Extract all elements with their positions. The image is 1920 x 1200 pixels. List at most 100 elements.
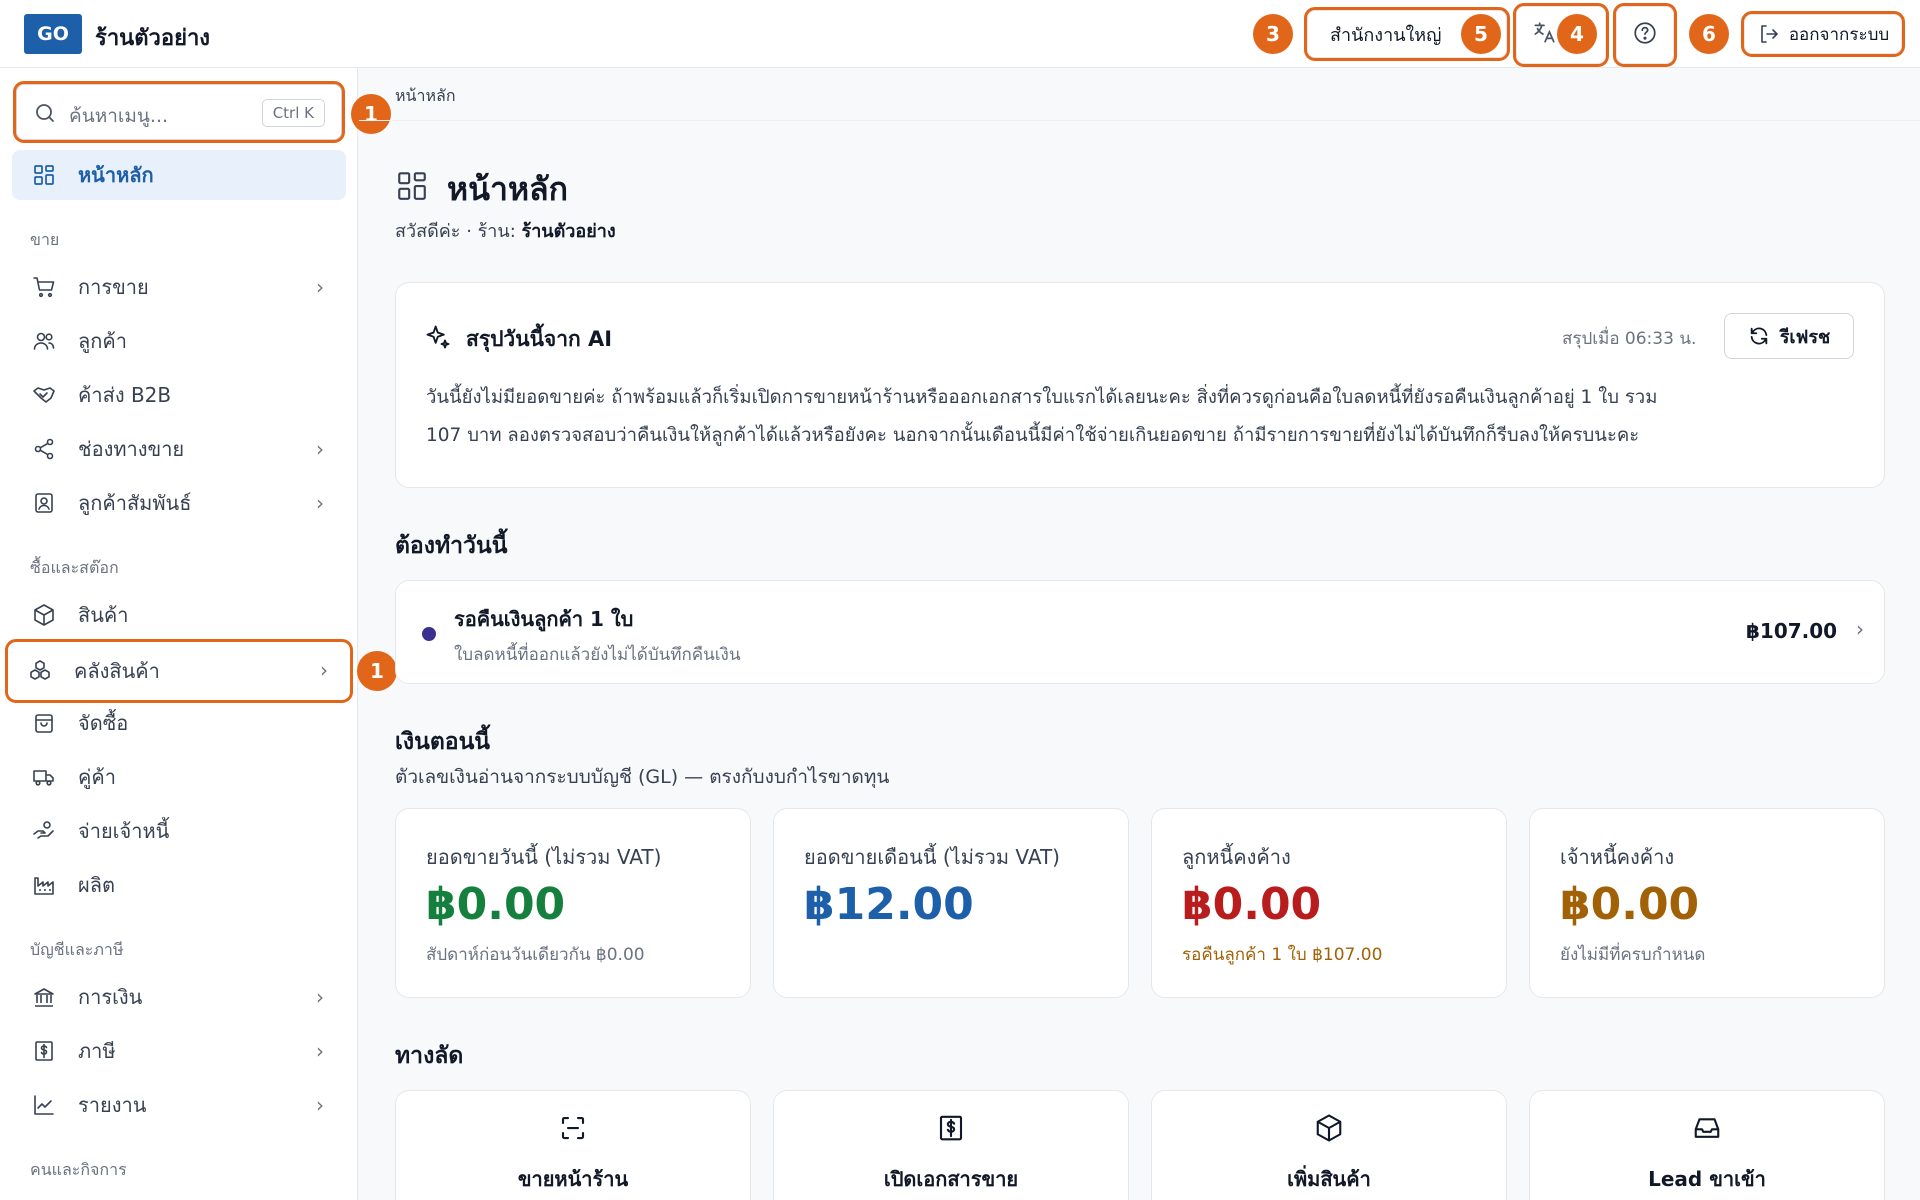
- bank-icon: [30, 983, 58, 1011]
- sidebar-item-warehouse[interactable]: คลังสินค้า ›: [5, 639, 353, 703]
- kpi-card-sales-today[interactable]: ยอดขายวันนี้ (ไม่รวม VAT) ฿0.00 สัปดาห์ก…: [395, 808, 751, 998]
- kpi-card-receivables[interactable]: ลูกหนี้คงค้าง ฿0.00 รอคืนลูกค้า 1 ใบ ฿10…: [1151, 808, 1507, 998]
- sidebar-item-label: ลูกค้าสัมพันธ์: [78, 491, 192, 515]
- sidebar-item-label: ผลิต: [78, 873, 115, 897]
- sidebar-item-products[interactable]: สินค้า: [12, 590, 346, 640]
- sidebar-item-label: คู่ค้า: [78, 765, 116, 789]
- main-content: หน้าหลัก หน้าหลัก สวัสดีค่ะ · ร้าน: ร้าน…: [359, 68, 1920, 1200]
- sidebar-item-finance[interactable]: การเงิน ›: [12, 972, 346, 1022]
- dashboard-icon: [395, 169, 429, 211]
- kpi-value: ฿12.00: [804, 879, 974, 930]
- sidebar-item-sales[interactable]: การขาย ›: [12, 262, 346, 312]
- chevron-right-icon: ›: [316, 491, 324, 515]
- kpi-label: ยอดขายเดือนนี้ (ไม่รวม VAT): [804, 845, 1060, 869]
- shortcut-label: เพิ่มสินค้า: [1287, 1167, 1371, 1191]
- todo-item[interactable]: รอคืนเงินลูกค้า 1 ใบ ใบลดหนี้ที่ออกแล้วย…: [395, 580, 1885, 684]
- help-icon: [1632, 20, 1658, 51]
- sidebar-item-b2b[interactable]: ค้าส่ง B2B: [12, 370, 346, 420]
- shortcut-label: ขายหน้าร้าน: [517, 1167, 629, 1191]
- chevron-right-icon: ›: [320, 658, 328, 682]
- logout-button[interactable]: ออกจากระบบ: [1741, 11, 1905, 57]
- refresh-button[interactable]: รีเฟรช: [1724, 313, 1854, 359]
- factory-icon: [30, 871, 58, 899]
- sidebar-item-tax[interactable]: ภาษี ›: [12, 1026, 346, 1076]
- breadcrumb[interactable]: หน้าหลัก: [395, 84, 456, 109]
- greeting: สวัสดีค่ะ · ร้าน: ร้านตัวอย่าง: [395, 216, 616, 245]
- help-button[interactable]: [1613, 3, 1677, 67]
- sidebar-item-partners[interactable]: คู่ค้า: [12, 752, 346, 802]
- shopping-bag-icon: [30, 709, 58, 737]
- users-icon: [30, 327, 58, 355]
- chevron-right-icon: ›: [316, 437, 324, 461]
- handshake-icon: [30, 381, 58, 409]
- sidebar-item-reports[interactable]: รายงาน ›: [12, 1080, 346, 1130]
- sidebar-item-production[interactable]: ผลิต: [12, 860, 346, 910]
- sidebar-item-customers[interactable]: ลูกค้า: [12, 316, 346, 366]
- sidebar-item-procurement[interactable]: จัดซื้อ: [12, 698, 346, 748]
- dashboard-icon: [30, 161, 58, 189]
- app-logo[interactable]: GO: [24, 14, 82, 54]
- ai-summary-line-1: วันนี้ยังไม่มียอดขายค่ะ ถ้าพร้อมแล้วก็เร…: [426, 387, 1658, 408]
- shortcut-inbound-lead[interactable]: Lead ขาเข้า: [1529, 1090, 1885, 1200]
- search-shortcut: Ctrl K: [261, 99, 325, 127]
- kpi-label: ยอดขายวันนี้ (ไม่รวม VAT): [426, 845, 662, 869]
- inbox-icon: [1530, 1113, 1884, 1143]
- scan-icon: [396, 1113, 750, 1143]
- sidebar-item-home[interactable]: หน้าหลัก: [12, 150, 346, 200]
- chevron-right-icon: ›: [316, 1093, 324, 1117]
- sidebar-item-label: สินค้า: [78, 603, 129, 627]
- status-dot: [422, 627, 436, 641]
- section-sales: ขาย: [30, 230, 60, 249]
- contact-card-icon: [30, 489, 58, 517]
- sidebar-item-crm[interactable]: ลูกค้าสัมพันธ์ ›: [12, 478, 346, 528]
- kpi-label: ลูกหนี้คงค้าง: [1182, 845, 1291, 869]
- kpi-value: ฿0.00: [426, 879, 566, 930]
- search-icon: [33, 101, 57, 129]
- shortcut-add-product[interactable]: เพิ่มสินค้า: [1151, 1090, 1507, 1200]
- hand-coins-icon: [30, 817, 58, 845]
- kpi-note: รอคืนลูกค้า 1 ใบ ฿107.00: [1182, 945, 1383, 965]
- chevron-right-icon: ›: [316, 985, 324, 1009]
- chevron-right-icon: ›: [316, 275, 324, 299]
- shortcuts-heading: ทางลัด: [395, 1043, 464, 1069]
- box-icon: [30, 601, 58, 629]
- sidebar-item-label: ค้าส่ง B2B: [78, 383, 172, 407]
- sidebar-item-label: จ่ายเจ้าหนี้: [78, 819, 170, 843]
- sidebar-item-label: หน้าหลัก: [78, 163, 154, 187]
- refresh-icon: [1748, 325, 1770, 347]
- receipt-dollar-icon: [30, 1037, 58, 1065]
- sidebar-item-label: ภาษี: [78, 1039, 116, 1063]
- money-heading: เงินตอนนี้: [395, 729, 491, 755]
- box-icon: [1152, 1113, 1506, 1143]
- line-chart-icon: [30, 1091, 58, 1119]
- truck-icon: [30, 763, 58, 791]
- shortcut-pos[interactable]: ขายหน้าร้าน: [395, 1090, 751, 1200]
- ai-summary-title: สรุปวันนี้จาก AI: [466, 327, 613, 351]
- ai-summary-timestamp: สรุปเมื่อ 06:33 น.: [1562, 329, 1697, 349]
- section-accounting: บัญชีและภาษี: [30, 940, 124, 959]
- sidebar-item-channels[interactable]: ช่องทางขาย ›: [12, 424, 346, 474]
- section-purchase: ซื้อและสต๊อก: [30, 558, 119, 577]
- kpi-card-payables[interactable]: เจ้าหนี้คงค้าง ฿0.00 ยังไม่มีที่ครบกำหนด: [1529, 808, 1885, 998]
- menu-search-input[interactable]: ค้นหาเมนู... Ctrl K: [13, 81, 345, 143]
- top-bar: GO ร้านตัวอย่าง 3 สำนักงานใหญ่ 5 4 6 ออก…: [0, 0, 1920, 68]
- chevron-right-icon: ›: [1856, 617, 1864, 641]
- todo-heading: ต้องทำวันนี้: [395, 533, 508, 559]
- shop-name: ร้านตัวอย่าง: [95, 26, 211, 51]
- cart-icon: [30, 273, 58, 301]
- shortcut-sales-doc[interactable]: เปิดเอกสารขาย: [773, 1090, 1129, 1200]
- annotation-badge-4: 4: [1557, 14, 1597, 54]
- page-title-text: หน้าหลัก: [447, 170, 569, 208]
- kpi-card-sales-month[interactable]: ยอดขายเดือนนี้ (ไม่รวม VAT) ฿12.00: [773, 808, 1129, 998]
- shortcut-label: Lead ขาเข้า: [1648, 1167, 1766, 1191]
- sidebar-item-label: รายงาน: [78, 1093, 147, 1117]
- ai-summary-line-2: 107 บาท ลองตรวจสอบว่าคืนเงินให้ลูกค้าได้…: [426, 425, 1640, 446]
- kpi-note: ยังไม่มีที่ครบกำหนด: [1560, 945, 1706, 965]
- sidebar-item-payables[interactable]: จ่ายเจ้าหนี้: [12, 806, 346, 856]
- search-placeholder: ค้นหาเมนู...: [69, 105, 169, 127]
- refresh-label: รีเฟรช: [1779, 326, 1831, 348]
- share-icon: [30, 435, 58, 463]
- kpi-note: สัปดาห์ก่อนวันเดียวกัน ฿0.00: [426, 945, 645, 965]
- translate-icon: [1531, 20, 1557, 51]
- boxes-icon: [26, 657, 54, 685]
